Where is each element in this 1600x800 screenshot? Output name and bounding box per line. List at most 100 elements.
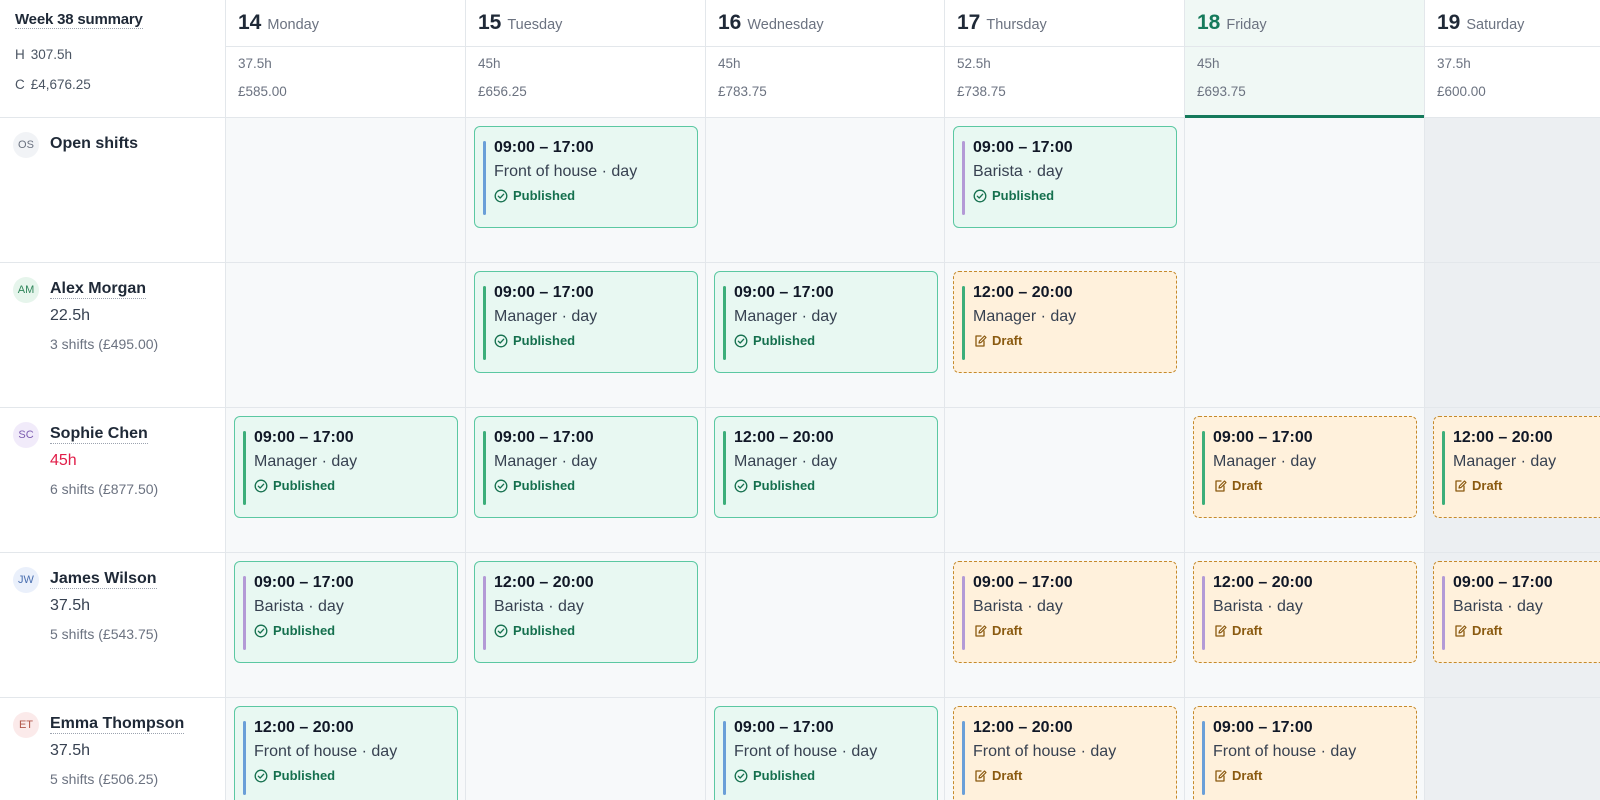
draft-edit-icon <box>1215 624 1227 637</box>
status-badge: Published <box>494 478 697 493</box>
shift-card[interactable]: 12:00 – 20:00 Manager · day Published <box>714 416 938 518</box>
status-badge: Draft <box>1213 768 1416 783</box>
day-header-monday[interactable]: 14 Monday 37.5h £585.00 <box>226 0 466 118</box>
shift-card[interactable]: 09:00 – 17:00 Manager · day Published <box>474 416 698 518</box>
shift-role: Manager · day <box>254 453 358 470</box>
day-hours: 45h <box>478 56 501 71</box>
schedule-cell[interactable] <box>706 553 945 698</box>
role-color-bar <box>1202 576 1205 650</box>
shift-card[interactable]: 09:00 – 17:00 Manager · day Published <box>234 416 458 518</box>
schedule-cell[interactable] <box>706 118 945 263</box>
shift-role: Front of house · day <box>1213 743 1357 760</box>
shift-time: 09:00 – 17:00 <box>734 719 834 736</box>
schedule-cell[interactable]: 09:00 – 17:00 Manager · day Published <box>706 263 945 408</box>
shift-card[interactable]: 09:00 – 17:00 Barista · day Published <box>953 126 1177 228</box>
shift-time: 12:00 – 20:00 <box>1453 429 1553 446</box>
day-number: 16 <box>718 11 742 34</box>
day-header-wednesday[interactable]: 16 Wednesday 45h £783.75 <box>706 0 945 118</box>
shift-card[interactable]: 12:00 – 20:00 Barista · day Published <box>474 561 698 663</box>
schedule-cell[interactable]: 12:00 – 20:00 Barista · day Draft <box>1185 553 1425 698</box>
schedule-cell[interactable]: 09:00 – 17:00 Manager · day Draft <box>1185 408 1425 553</box>
status-badge: Published <box>494 188 697 203</box>
shift-card[interactable]: 12:00 – 20:00 Barista · day Draft <box>1193 561 1417 663</box>
employee-name[interactable]: James Wilson <box>50 570 157 589</box>
schedule-cell[interactable]: 12:00 – 20:00 Manager · day Draft <box>1425 408 1600 553</box>
shift-card[interactable]: 12:00 – 20:00 Front of house · day Publi… <box>234 706 458 800</box>
shift-card[interactable]: 09:00 – 17:00 Front of house · day Publi… <box>714 706 938 800</box>
schedule-cell[interactable] <box>1185 263 1425 408</box>
hours-key: H <box>15 47 25 62</box>
schedule-cell[interactable]: 12:00 – 20:00 Manager · day Published <box>706 408 945 553</box>
role-color-bar <box>483 576 486 650</box>
schedule-cell[interactable]: 09:00 – 17:00 Manager · day Published <box>226 408 466 553</box>
schedule-cell[interactable]: 09:00 – 17:00 Barista · day Draft <box>1425 553 1600 698</box>
schedule-cell[interactable]: 09:00 – 17:00 Barista · day Published <box>945 118 1185 263</box>
employee-shift-count: 5 shifts (£543.75) <box>50 626 159 642</box>
shift-card[interactable]: 12:00 – 20:00 Manager · day Draft <box>1433 416 1600 518</box>
schedule-cell[interactable]: 09:00 – 17:00 Front of house · day Publi… <box>466 118 706 263</box>
schedule-cell[interactable]: 09:00 – 17:00 Manager · day Published <box>466 263 706 408</box>
schedule-cell[interactable] <box>1425 118 1600 263</box>
schedule-cell[interactable] <box>226 118 466 263</box>
avatar: ET <box>13 712 39 738</box>
role-color-bar <box>243 721 246 795</box>
schedule-cell[interactable]: 12:00 – 20:00 Front of house · day Publi… <box>226 698 466 800</box>
schedule-cell[interactable] <box>1425 698 1600 800</box>
shift-time: 09:00 – 17:00 <box>1213 429 1313 446</box>
schedule-cell[interactable]: 12:00 – 20:00 Manager · day Draft <box>945 263 1185 408</box>
status-label: Draft <box>992 623 1023 638</box>
role-color-bar <box>723 286 726 360</box>
draft-edit-icon <box>1455 624 1467 637</box>
schedule-cell[interactable]: 09:00 – 17:00 Barista · day Published <box>226 553 466 698</box>
schedule-cell[interactable]: 09:00 – 17:00 Manager · day Published <box>466 408 706 553</box>
shift-card[interactable]: 09:00 – 17:00 Barista · day Draft <box>1433 561 1600 663</box>
day-number: 18 <box>1197 11 1221 34</box>
shift-role: Barista · day <box>1213 598 1303 615</box>
cost-key: C <box>15 77 25 92</box>
total-cost-value: £4,676.25 <box>30 77 91 92</box>
shift-time: 09:00 – 17:00 <box>973 139 1073 156</box>
shift-card[interactable]: 12:00 – 20:00 Manager · day Draft <box>953 271 1177 373</box>
schedule-cell[interactable] <box>466 698 706 800</box>
shift-time: 09:00 – 17:00 <box>1453 574 1553 591</box>
shift-card[interactable]: 09:00 – 17:00 Barista · day Draft <box>953 561 1177 663</box>
employee-name[interactable]: Alex Morgan <box>50 280 147 299</box>
day-header-saturday[interactable]: 19 Saturday 37.5h £600.00 <box>1425 0 1600 118</box>
week-summary-title[interactable]: Week 38 summary <box>15 11 143 29</box>
employee-name[interactable]: Sophie Chen <box>50 425 148 444</box>
role-color-bar <box>962 576 965 650</box>
check-circle-icon <box>734 769 748 782</box>
schedule-cell[interactable]: 12:00 – 20:00 Barista · day Published <box>466 553 706 698</box>
schedule-cell[interactable] <box>1185 118 1425 263</box>
shift-card[interactable]: 09:00 – 17:00 Front of house · day Draft <box>1193 706 1417 800</box>
row-header-alex-morgan: AM Alex Morgan 22.5h 3 shifts (£495.00) <box>0 263 226 408</box>
rota-grid: Week 38 summary H 307.5h C £4,676.25 14 Mon… <box>0 0 1600 800</box>
schedule-cell[interactable] <box>945 408 1185 553</box>
day-header-thursday[interactable]: 17 Thursday 52.5h £738.75 <box>945 0 1185 118</box>
employee-name[interactable]: Emma Thompson <box>50 715 185 734</box>
schedule-cell[interactable] <box>226 263 466 408</box>
day-name: Saturday <box>1466 17 1525 33</box>
day-header-tuesday[interactable]: 15 Tuesday 45h £656.25 <box>466 0 706 118</box>
day-name: Monday <box>267 17 319 33</box>
schedule-cell[interactable]: 09:00 – 17:00 Front of house · day Publi… <box>706 698 945 800</box>
status-label: Published <box>753 333 816 348</box>
status-badge: Published <box>254 768 457 783</box>
day-header-friday-today[interactable]: 18 Friday 45h £693.75 <box>1185 0 1425 118</box>
shift-card[interactable]: 09:00 – 17:00 Front of house · day Publi… <box>474 126 698 228</box>
schedule-cell[interactable]: 09:00 – 17:00 Front of house · day Draft <box>1185 698 1425 800</box>
shift-card[interactable]: 09:00 – 17:00 Barista · day Published <box>234 561 458 663</box>
row-header-james-wilson: JW James Wilson 37.5h 5 shifts (£543.75) <box>0 553 226 698</box>
shift-time: 12:00 – 20:00 <box>494 574 594 591</box>
shift-card[interactable]: 12:00 – 20:00 Front of house · day Draft <box>953 706 1177 800</box>
employee-shift-count: 5 shifts (£506.25) <box>50 771 159 787</box>
day-name: Wednesday <box>747 17 824 33</box>
schedule-cell[interactable]: 12:00 – 20:00 Front of house · day Draft <box>945 698 1185 800</box>
avatar: OS <box>13 132 39 158</box>
role-color-bar <box>483 286 486 360</box>
schedule-cell[interactable] <box>1425 263 1600 408</box>
shift-card[interactable]: 09:00 – 17:00 Manager · day Published <box>474 271 698 373</box>
schedule-cell[interactable]: 09:00 – 17:00 Barista · day Draft <box>945 553 1185 698</box>
shift-card[interactable]: 09:00 – 17:00 Manager · day Published <box>714 271 938 373</box>
shift-card[interactable]: 09:00 – 17:00 Manager · day Draft <box>1193 416 1417 518</box>
